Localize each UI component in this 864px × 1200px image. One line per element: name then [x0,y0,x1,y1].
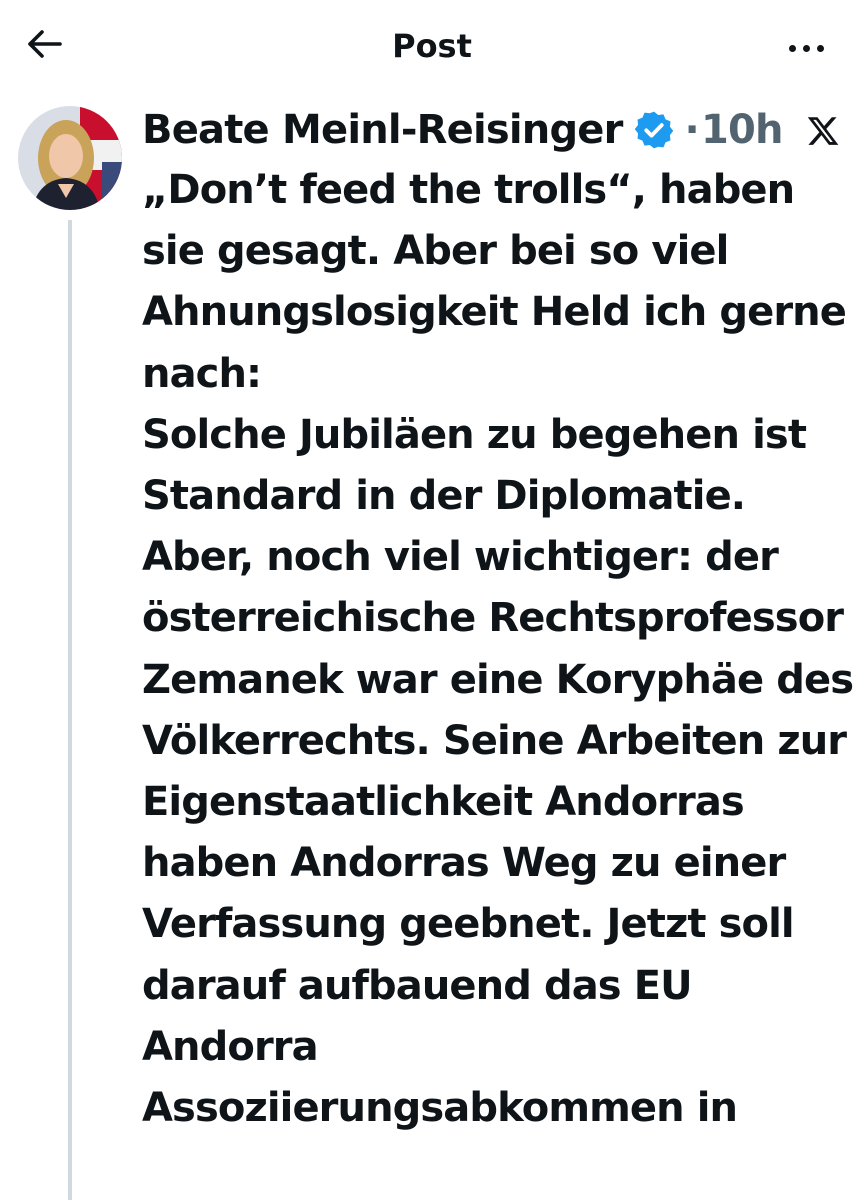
post-header: Beate Meinl-Reisinger · 10h [142,104,852,156]
top-bar: Post [0,0,864,94]
verified-badge-icon[interactable] [633,109,675,151]
more-horizontal-icon [785,37,827,56]
x-logo-icon [806,114,840,148]
separator-dot: · [684,107,700,153]
author-name[interactable]: Beate Meinl-Reisinger [142,107,623,153]
page-title: Post [392,27,472,65]
thread-line [68,220,72,1200]
avatar[interactable] [18,106,122,210]
post-timestamp[interactable]: 10h [701,107,784,153]
post-text: „Don’t feed the trolls“, haben sie gesag… [142,167,854,1132]
more-options-button[interactable] [776,26,836,66]
